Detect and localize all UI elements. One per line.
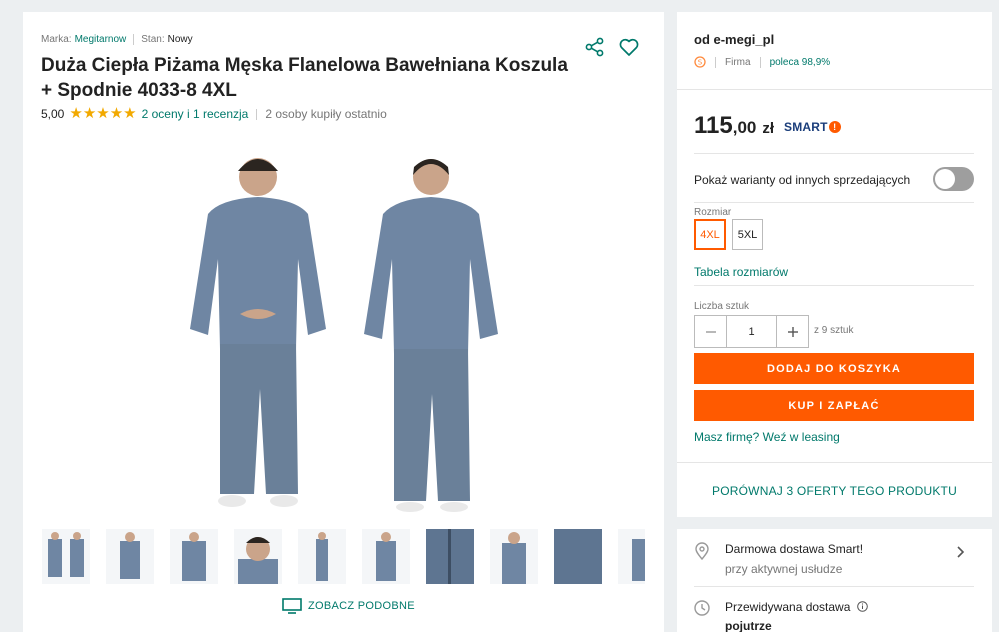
size-label: Rozmiar: [694, 207, 732, 218]
divider: [677, 462, 992, 463]
divider: [694, 586, 974, 587]
seller-name[interactable]: od e-megi_pl: [694, 32, 774, 47]
thumbnail[interactable]: [42, 529, 90, 584]
free-delivery-sub: przy aktywnej usłudze: [725, 562, 843, 576]
share-icon[interactable]: [584, 36, 606, 58]
product-title: Duża Ciepła Piżama Męska Flanelowa Baweł…: [41, 55, 568, 101]
divider: [256, 108, 258, 120]
price-decimal: ,00: [732, 118, 757, 137]
thumbnail[interactable]: [298, 529, 346, 584]
thumbnail[interactable]: [490, 529, 538, 584]
price: 115 ,00 zł: [694, 112, 774, 140]
qty-available: z 9 sztuk: [814, 325, 854, 336]
location-pin-icon: [694, 542, 712, 576]
thumbnail[interactable]: [426, 529, 474, 584]
divider: [677, 89, 992, 90]
model-front-figure: [190, 158, 326, 507]
leasing-link[interactable]: Masz firmę? Weź w leasing: [694, 430, 840, 444]
price-integer: 115: [694, 112, 733, 139]
expected-delivery-row: Przewidywana dostawa pojutrze: [694, 600, 868, 632]
seller-type: Firma: [725, 56, 751, 68]
variants-label: Pokaż warianty od innych sprzedających: [694, 173, 911, 187]
product-main-image[interactable]: [148, 139, 538, 529]
divider: [694, 153, 974, 154]
monitor-icon: [282, 598, 302, 614]
rating-score: 5,00: [41, 107, 65, 121]
product-card: Marka: Megitarnow Stan: Nowy Duża Ciepła…: [23, 12, 664, 632]
smart-badge: SMART !: [784, 120, 841, 134]
add-to-cart-button[interactable]: DODAJ DO KOSZYKA: [694, 353, 974, 384]
smart-label: SMART: [784, 120, 828, 134]
divider: [694, 285, 974, 286]
free-delivery-title: Darmowa dostawa Smart!: [725, 542, 864, 556]
divider: [759, 56, 761, 68]
qty-input[interactable]: 1: [727, 315, 776, 348]
free-delivery-row[interactable]: Darmowa dostawa Smart! przy aktywnej usł…: [694, 542, 863, 576]
offer-panel: od e-megi_pl S Firma poleca 98,9% 115 ,0…: [677, 12, 992, 517]
star-icon: ★: [96, 105, 110, 122]
compare-offers-link[interactable]: PORÓWNAJ 3 OFERTY TEGO PRODUKTU: [677, 484, 992, 498]
size-option-5xl[interactable]: 5XL: [732, 219, 763, 250]
condition-label: Stan:: [141, 34, 165, 45]
brand-link[interactable]: Megitarnow: [75, 34, 127, 45]
divider: [715, 56, 716, 68]
buy-now-button[interactable]: KUP I ZAPŁAĆ: [694, 390, 974, 421]
qty-label: Liczba sztuk: [694, 301, 750, 312]
size-table-link[interactable]: Tabela rozmiarów: [694, 265, 788, 279]
delivery-panel: Darmowa dostawa Smart! przy aktywnej usł…: [677, 529, 992, 632]
thumbnail-strip: [42, 529, 645, 584]
size-option-4xl[interactable]: 4XL: [694, 219, 726, 250]
thumbnail[interactable]: [362, 529, 410, 584]
star-icon: ★: [69, 105, 83, 122]
toggle-knob: [935, 169, 955, 189]
price-currency: zł: [762, 120, 775, 137]
quantity-stepper: 1: [694, 315, 809, 348]
variants-toggle[interactable]: [933, 167, 974, 191]
expected-delivery-value: pojutrze: [725, 619, 772, 632]
clock-icon: [694, 600, 712, 632]
divider: [133, 34, 135, 45]
reviews-link[interactable]: 2 oceny i 1 recenzja: [142, 107, 249, 121]
see-similar-button[interactable]: ZOBACZ PODOBNE: [282, 598, 415, 614]
smart-bang: !: [828, 121, 841, 133]
star-icon: ★: [123, 105, 137, 122]
thumbnail[interactable]: [234, 529, 282, 584]
seller-badge-icon: S: [694, 56, 706, 68]
condition-value: Nowy: [167, 34, 193, 45]
expected-delivery-title: Przewidywana dostawa: [725, 600, 868, 614]
thumbnail[interactable]: [618, 529, 645, 584]
minus-icon: [705, 330, 716, 333]
star-icon: ★: [109, 105, 124, 122]
rating-stars: ★ ★ ★ ★ ★: [69, 105, 137, 122]
thumbnail[interactable]: [170, 529, 218, 584]
qty-plus-button[interactable]: [776, 315, 809, 348]
expected-delivery-label: Przewidywana dostawa: [725, 600, 851, 614]
info-icon[interactable]: [856, 601, 868, 612]
star-icon: ★: [82, 105, 97, 122]
seller-recommend[interactable]: poleca 98,9%: [770, 57, 831, 68]
chevron-right-icon[interactable]: [956, 545, 966, 564]
rating-row: 5,00 ★ ★ ★ ★ ★ 2 oceny i 1 recenzja 2 os…: [41, 105, 387, 122]
thumbnail[interactable]: [554, 529, 602, 584]
brand-label: Marka:: [41, 34, 72, 45]
thumbnail[interactable]: [106, 529, 154, 584]
recent-buyers: 2 osoby kupiły ostatnio: [265, 107, 387, 121]
product-meta: Marka: Megitarnow Stan: Nowy: [41, 34, 193, 45]
see-similar-label: ZOBACZ PODOBNE: [308, 600, 415, 612]
plus-icon: [787, 326, 798, 337]
heart-icon[interactable]: [618, 36, 640, 58]
svg-text:S: S: [698, 59, 703, 67]
seller-meta: S Firma poleca 98,9%: [694, 56, 830, 68]
divider: [694, 202, 974, 203]
model-back-figure: [364, 159, 498, 512]
qty-minus-button[interactable]: [694, 315, 727, 348]
